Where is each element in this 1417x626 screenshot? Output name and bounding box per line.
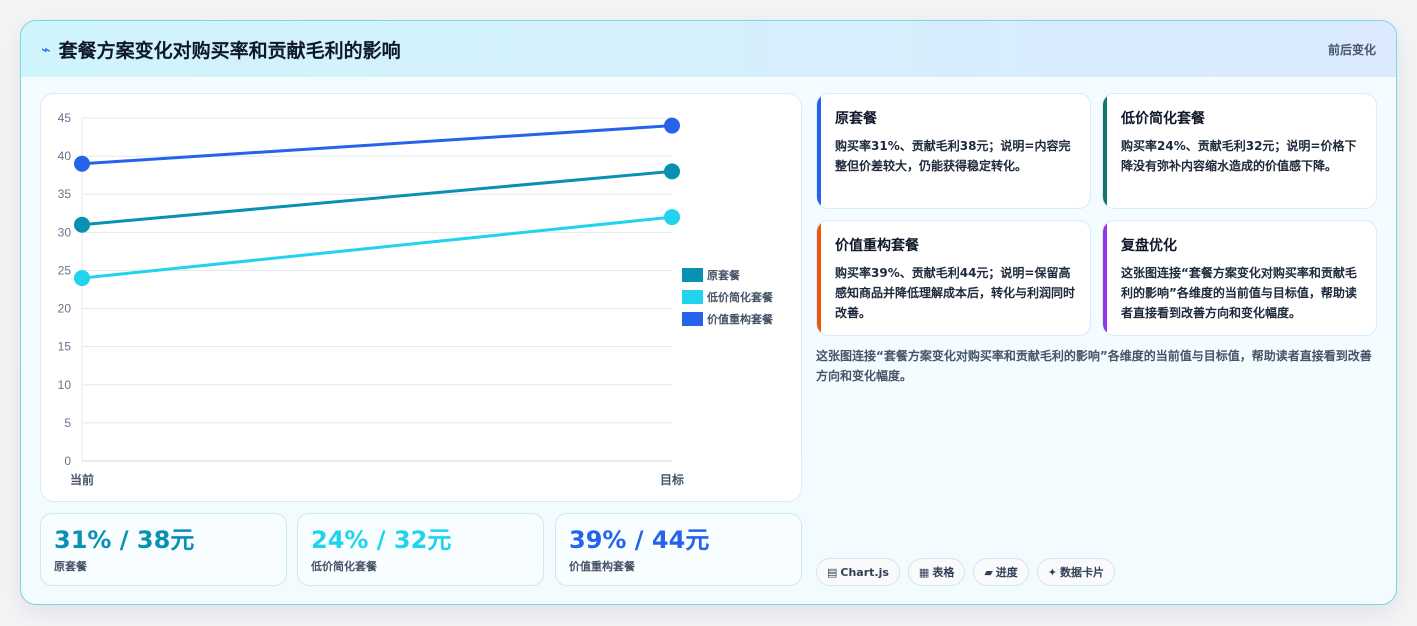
note-title: 低价简化套餐 [1121,111,1205,127]
stat-label: 低价简化套餐 [311,560,377,573]
chart-description: 这张图连接“套餐方案变化对购买率和贡献毛利的影响”各维度的当前值与目标值，帮助读… [816,349,1372,383]
note-card-value: 价值重构套餐 购买率39%、贡献毛利44元；说明=保留高感知商品并降低理解成本后… [816,220,1091,336]
progress-icon: ▰ [984,565,993,579]
legend-label: 价值重构套餐 [707,312,774,326]
note-text: 购买率31%、贡献毛利38元；说明=内容完整但价差较大，仍能获得稳定转化。 [835,139,1071,173]
y-tick-label: 45 [58,111,72,125]
y-tick-label: 30 [58,225,72,239]
note-card-lowprice: 低价简化套餐 购买率24%、贡献毛利32元；说明=价格下降没有弥补内容缩水造成的… [1102,93,1377,209]
y-tick-label: 10 [58,378,72,392]
tag-progress[interactable]: ▰ 进度 [973,558,1029,586]
x-tick-label: 目标 [660,472,684,487]
tag-table[interactable]: ▦ 表格 [907,558,966,586]
chart-icon: ▤ [827,565,838,579]
series-line [81,169,673,227]
y-tick-label: 20 [58,302,72,316]
tag-datacard[interactable]: ✦ 数据卡片 [1036,558,1116,586]
stat-label: 价值重构套餐 [569,560,635,573]
tag-list: ▤ Chart.js ▦ 表格 ▰ 进度 ✦ 数据卡片 [816,558,1116,586]
data-point [664,163,680,180]
tag-label: 表格 [932,566,955,579]
stat-value: 39% / 44元 [569,526,710,554]
data-point [74,216,90,233]
tag-label: 进度 [995,566,1018,579]
legend-swatch [682,312,703,326]
stat-label: 原套餐 [54,560,87,573]
stat-card-original: 31% / 38元 原套餐 [40,513,287,586]
x-tick-label: 当前 [70,472,94,487]
tag-label: Chart.js [840,565,889,579]
note-title: 复盘优化 [1121,238,1177,254]
header-badge: 前后变化 [1327,42,1376,57]
tag-label: 数据卡片 [1060,566,1105,579]
y-tick-label: 25 [58,263,72,277]
page-title: 套餐方案变化对购买率和贡献毛利的影响 [58,39,401,62]
y-tick-label: 5 [64,416,71,430]
note-card-original: 原套餐 购买率31%、贡献毛利38元；说明=内容完整但价差较大，仍能获得稳定转化… [816,93,1091,209]
main-card: ⌁ 套餐方案变化对购买率和贡献毛利的影响 前后变化 0 5 10 15 20 25 30 35… [20,20,1397,605]
data-point [74,155,90,172]
line-chart: 0 5 10 15 20 25 30 35 40 45 当前 目标 原套餐低价简化套餐价值重构套餐 [58,111,774,487]
note-text: 购买率24%、贡献毛利32元；说明=价格下降没有弥补内容缩水造成的价值感下降。 [1121,139,1357,173]
legend-label: 原套餐 [707,268,741,282]
data-point [664,209,680,226]
series-line [81,124,673,166]
y-tick-label: 40 [58,149,72,163]
tag-chartjs[interactable]: ▤ Chart.js [816,558,900,586]
legend-swatch [682,268,703,282]
note-text: 这张图连接“套餐方案变化对购买率和贡献毛利的影响”各维度的当前值与目标值，帮助读… [1121,266,1357,320]
chart-panel: 0 5 10 15 20 25 30 35 40 45 当前 目标 原套餐低价简化套餐 价值重构套餐 [40,93,802,502]
stat-card-lowprice: 24% / 32元 低价简化套餐 [297,513,544,586]
data-point [664,117,680,134]
legend-swatch [682,290,703,304]
note-title: 价值重构套餐 [835,238,919,254]
pulse-icon: ⌁ [41,39,51,59]
note-title: 原套餐 [835,111,877,127]
data-point [74,270,90,287]
legend-label: 低价简化套餐 [706,290,774,304]
stat-card-value: 39% / 44元 价值重构套餐 [555,513,802,586]
y-tick-label: 0 [64,454,71,468]
stat-value: 31% / 38元 [54,526,195,554]
note-text: 购买率39%、贡献毛利44元；说明=保留高感知商品并降低理解成本后，转化与利润同… [835,266,1076,320]
note-card-review: 复盘优化 这张图连接“套餐方案变化对购买率和贡献毛利的影响”各维度的当前值与目标… [1102,220,1377,336]
series-line [81,215,673,280]
card-header: ⌁ 套餐方案变化对购买率和贡献毛利的影响 前后变化 [21,21,1396,77]
sparkle-icon: ✦ [1047,565,1058,579]
table-icon: ▦ [918,565,930,579]
y-tick-label: 35 [58,187,72,201]
y-tick-label: 15 [58,340,72,354]
stat-value: 24% / 32元 [311,526,452,554]
